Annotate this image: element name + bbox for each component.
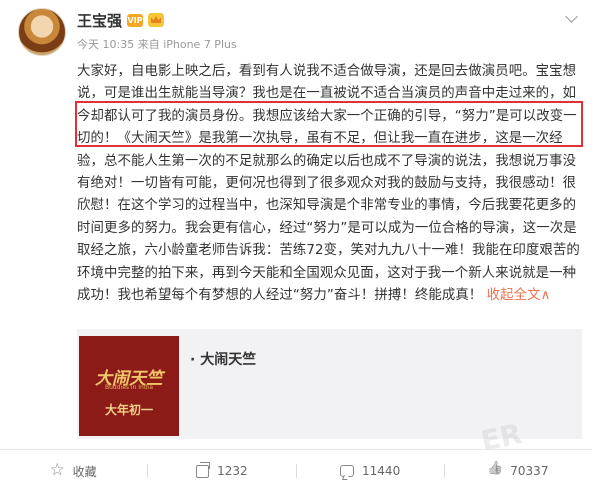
chevron-down-icon[interactable] xyxy=(565,10,578,23)
share-count: 1232 xyxy=(217,464,248,478)
like-button[interactable]: 70337 xyxy=(445,450,592,492)
favorite-button[interactable]: 收藏 xyxy=(0,450,147,492)
crown-icon xyxy=(148,13,165,27)
comment-icon xyxy=(340,465,355,477)
post-text: 大家好，自电影上映之后，看到有人说我不适合做导演，还是回去做演员吧。宝宝想说，可… xyxy=(77,64,580,304)
avatar[interactable] xyxy=(18,8,66,56)
action-bar: 收藏 1232 11440 70337 xyxy=(0,450,592,492)
post-meta: 今天 10:35 来自 iPhone 7 Plus xyxy=(77,38,237,51)
star-icon xyxy=(50,460,65,480)
collapse-link[interactable]: 收起全文∧ xyxy=(487,288,551,303)
author-row: 王宝强 VIP xyxy=(77,10,165,31)
collapse-arrow-icon: ∧ xyxy=(540,288,551,304)
card-title: · 大闹天竺 xyxy=(190,352,257,368)
share-button[interactable]: 1232 xyxy=(148,450,295,492)
share-icon xyxy=(196,461,211,478)
thumbs-up-icon xyxy=(488,464,502,478)
comment-count: 11440 xyxy=(362,464,401,478)
like-count: 70337 xyxy=(510,464,549,478)
favorite-label: 收藏 xyxy=(72,464,97,479)
collapse-label: 收起全文 xyxy=(486,288,541,304)
highlight-box xyxy=(75,101,583,147)
poster-date: 大年初一 xyxy=(104,403,153,417)
post-content: 大家好，自电影上映之后，看到有人说我不适合做导演，还是回去做演员吧。宝宝想说，可… xyxy=(77,61,581,307)
movie-poster: 大闹天竺 Buddies in India 大年初一 xyxy=(79,336,179,436)
poster-subtitle: Buddies in India xyxy=(104,384,154,391)
comment-button[interactable]: 11440 xyxy=(297,450,444,492)
vip-icon: VIP xyxy=(127,13,144,27)
author-name[interactable]: 王宝强 xyxy=(77,10,122,31)
